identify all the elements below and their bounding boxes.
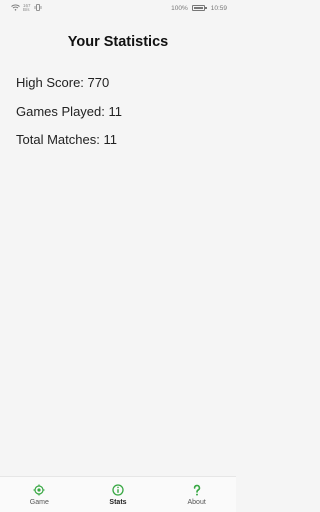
app-screen: 167 B/s 100% 10:59 Your Statistics High …: [0, 0, 236, 512]
status-bar-left: 167 B/s: [11, 3, 42, 13]
game-icon: [33, 484, 45, 496]
network-speed-unit: B/s: [23, 7, 30, 12]
stat-label: Total Matches:: [16, 132, 104, 147]
nav-item-about[interactable]: About: [167, 484, 227, 506]
nav-item-stats[interactable]: Stats: [88, 483, 148, 506]
stat-total-matches: Total Matches: 11: [16, 132, 122, 147]
stat-value: 11: [103, 132, 117, 147]
stats-list: High Score: 770 Games Played: 11 Total M…: [16, 75, 122, 161]
stat-value: 770: [87, 75, 110, 90]
network-speed: 167 B/s: [23, 3, 31, 12]
nav-label-game: Game: [29, 498, 49, 506]
wifi-icon: [11, 4, 20, 13]
stat-value: 11: [108, 103, 123, 119]
page-title: Your Statistics: [67, 34, 169, 50]
stat-label: Games Played:: [16, 103, 109, 119]
battery-icon: [191, 5, 207, 11]
clock: 10:59: [210, 4, 227, 12]
info-icon: [112, 483, 124, 496]
status-bar-right: 100% 10:59: [171, 5, 227, 12]
battery-percent: 100%: [171, 4, 188, 12]
stat-high-score: High Score: 770: [16, 75, 122, 90]
bottom-navigation: Game Stats About: [0, 476, 236, 512]
nav-item-game[interactable]: Game: [9, 484, 69, 506]
stat-games-played: Games Played: 11: [16, 103, 123, 119]
status-bar: 167 B/s 100% 10:59: [0, 0, 236, 16]
nav-label-stats: Stats: [109, 498, 127, 506]
stat-label: High Score:: [16, 75, 88, 90]
question-icon: [191, 484, 203, 496]
nav-label-about: About: [187, 498, 206, 506]
vibrate-icon: [34, 3, 42, 13]
